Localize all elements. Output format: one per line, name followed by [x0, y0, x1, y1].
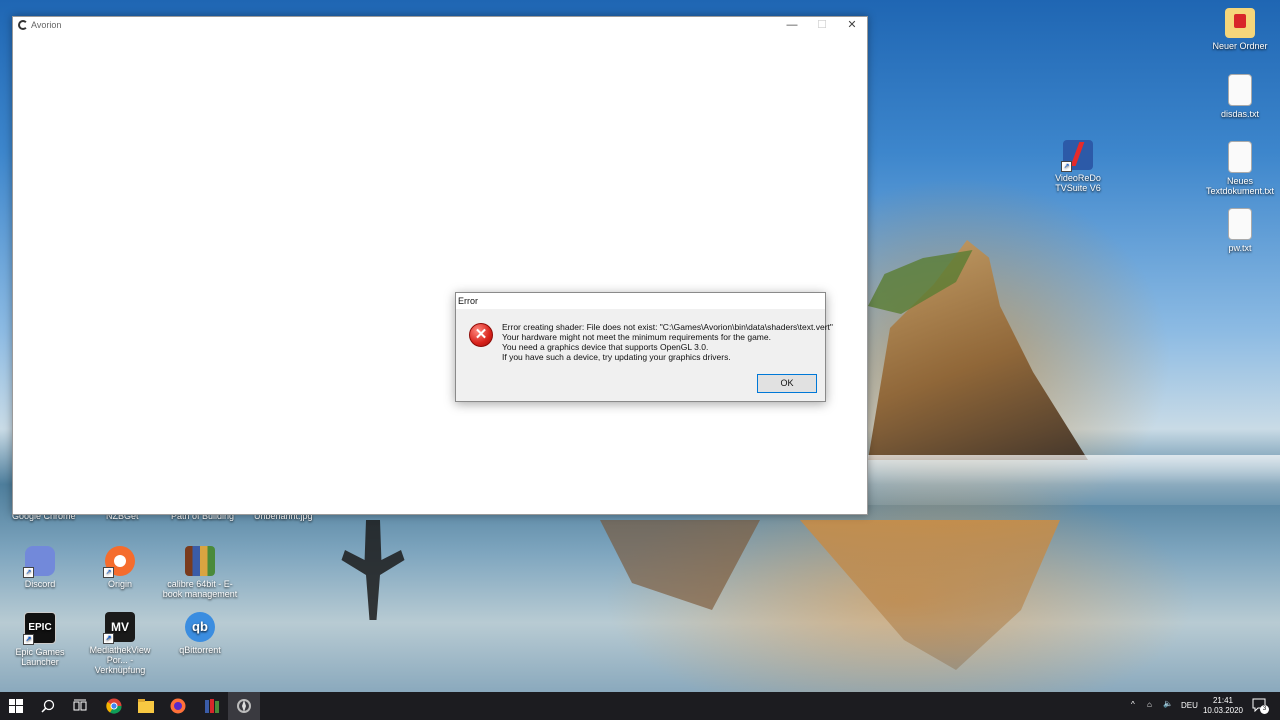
maximize-button[interactable]: ☐: [807, 17, 837, 34]
desktop-icon-neues-textdokument[interactable]: Neues Textdokument.txt: [1202, 141, 1278, 196]
desktop-icon-label: calibre 64bit - E-book management: [162, 579, 238, 599]
desktop-icon-label: VideoReDo TVSuite V6: [1055, 173, 1101, 193]
dialog-message-line: If you have such a device, try updating …: [502, 352, 731, 362]
desktop-icon-label: pw.txt: [1228, 243, 1252, 253]
desktop-icon-qbittorrent[interactable]: qb qBittorrent: [162, 612, 238, 655]
ok-button[interactable]: OK: [757, 374, 817, 393]
notification-count-badge: 3: [1260, 705, 1269, 714]
desktop-icon-label: qBittorrent: [179, 645, 221, 655]
windows-icon: [9, 699, 23, 713]
folder-icon: [1225, 8, 1255, 38]
avorion-logo-icon: [18, 20, 28, 30]
start-button[interactable]: [0, 692, 32, 720]
shortcut-arrow-icon: ↗: [23, 634, 34, 645]
dialog-message: Error creating shader: File does not exi…: [502, 322, 833, 362]
search-icon: [41, 699, 55, 713]
taskbar-firefox[interactable]: [162, 692, 194, 720]
desktop-icon-neuer-ordner[interactable]: Neuer Ordner: [1202, 8, 1278, 51]
folder-icon: [138, 699, 154, 713]
chrome-icon: [106, 698, 122, 714]
minimize-button[interactable]: —: [777, 17, 807, 34]
desktop-icon-label: Neues Textdokument.txt: [1205, 176, 1275, 196]
desktop-icon-label: disdas.txt: [1220, 109, 1260, 119]
wallpaper-surf: [866, 455, 1280, 505]
qbittorrent-icon: qb: [185, 612, 215, 642]
show-hidden-icons-button[interactable]: ^: [1131, 700, 1135, 709]
calibre-icon: [185, 546, 215, 576]
action-center-button[interactable]: 3: [1252, 698, 1269, 714]
origin-icon: ↗: [103, 546, 135, 578]
text-file-icon: [1228, 141, 1252, 173]
shortcut-arrow-icon: ↗: [103, 567, 114, 578]
videoredo-icon: ↗: [1061, 140, 1093, 172]
desktop-icon-label: Discord: [24, 579, 56, 589]
desktop-icon-calibre[interactable]: calibre 64bit - E-book management: [162, 546, 238, 599]
network-icon[interactable]: ⌂: [1147, 700, 1152, 709]
desktop-icon-label: Epic Games Launcher: [15, 647, 65, 667]
task-view-button[interactable]: [64, 692, 96, 720]
close-button[interactable]: ✕: [837, 17, 867, 34]
mediathekview-icon: MV ↗: [103, 612, 135, 644]
desktop-icon-epic-games[interactable]: EPIC ↗ Epic Games Launcher: [2, 612, 78, 667]
taskbar-calibre[interactable]: [196, 692, 228, 720]
wallpaper-person-silhouette: [341, 520, 405, 620]
desktop-icon-discord[interactable]: ↗ Discord: [2, 546, 78, 589]
wallpaper-reflection-small: [600, 520, 760, 610]
search-button[interactable]: [32, 692, 64, 720]
taskbar-avorion[interactable]: [228, 692, 260, 720]
dialog-title: Error: [458, 296, 478, 306]
desktop-icon-pw-txt[interactable]: pw.txt: [1202, 208, 1278, 253]
volume-icon[interactable]: 🔈: [1163, 699, 1173, 708]
shortcut-arrow-icon: ↗: [23, 567, 34, 578]
desktop-icon-disdas-txt[interactable]: disdas.txt: [1202, 74, 1278, 119]
avorion-titlebar[interactable]: Avorion — ☐ ✕: [13, 17, 867, 34]
wallpaper-reflection: [800, 520, 1060, 670]
taskbar: ^ ⌂ 🔈 DEU 21:41 10.03.2020 3: [0, 692, 1280, 720]
clock-date: 10.03.2020: [1202, 706, 1244, 715]
shortcut-arrow-icon: ↗: [103, 633, 114, 644]
clock-time: 21:41: [1212, 696, 1234, 705]
calibre-icon: [205, 699, 219, 713]
taskbar-clock[interactable]: 21:41 10.03.2020: [1200, 696, 1246, 716]
desktop-icon-origin[interactable]: ↗ Origin: [82, 546, 158, 589]
taskbar-file-explorer[interactable]: [130, 692, 162, 720]
firefox-icon: [170, 698, 186, 714]
task-view-icon: [73, 699, 87, 711]
dialog-message-line: Error creating shader: File does not exi…: [502, 322, 833, 332]
desktop-icon-label: Neuer Ordner: [1212, 41, 1268, 51]
avorion-window: Avorion — ☐ ✕: [12, 16, 868, 515]
desktop-icon-label: MediathekView Por... - Verknüpfung: [89, 645, 151, 675]
taskbar-chrome[interactable]: [98, 692, 130, 720]
desktop-icon-label: Origin: [107, 579, 132, 589]
window-title: Avorion: [31, 20, 62, 30]
epic-games-icon: EPIC ↗: [23, 612, 56, 645]
discord-icon: ↗: [23, 546, 55, 578]
avorion-icon: [237, 699, 251, 713]
error-dialog: Error ✕ Error creating shader: File does…: [455, 292, 833, 402]
dialog-message-line: Your hardware might not meet the minimum…: [502, 332, 771, 342]
desktop-icon-mediathekview[interactable]: MV ↗ MediathekView Por... - Verknüpfung: [82, 612, 158, 675]
shortcut-arrow-icon: ↗: [1061, 161, 1072, 172]
text-file-icon: [1228, 74, 1252, 106]
text-file-icon: [1228, 208, 1252, 240]
dialog-titlebar[interactable]: Error: [456, 293, 825, 309]
language-indicator[interactable]: DEU: [1181, 701, 1198, 710]
error-icon: ✕: [469, 323, 493, 347]
desktop-icon-videoredo[interactable]: ↗ VideoReDo TVSuite V6: [1040, 140, 1116, 193]
dialog-message-line: You need a graphics device that supports…: [502, 342, 709, 352]
